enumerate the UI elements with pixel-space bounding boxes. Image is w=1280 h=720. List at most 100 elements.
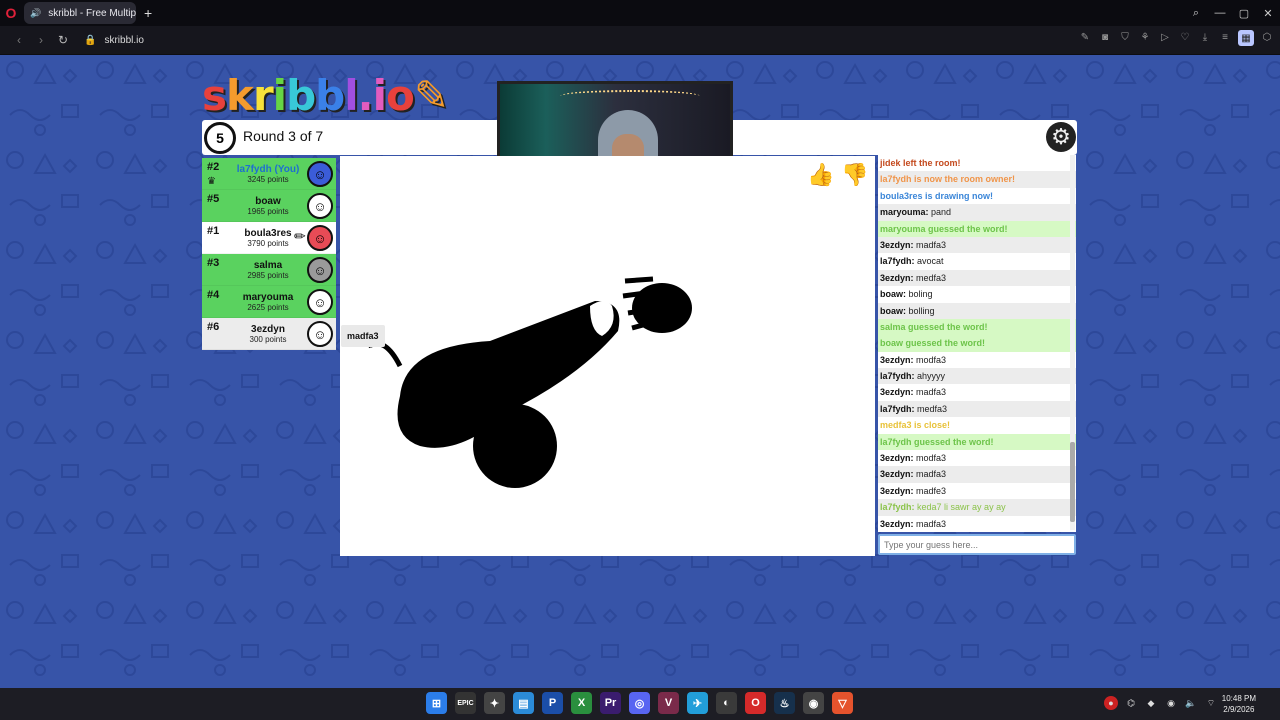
taskbar-clock[interactable]: 10:48 PM 2/9/2026 xyxy=(1222,693,1256,715)
chat-message: maryouma: pand xyxy=(878,204,1076,221)
taskbar-app-icon[interactable]: ♨ xyxy=(774,692,795,714)
wifi-icon[interactable]: ⌔ xyxy=(1204,696,1218,710)
taskbar-app-icon[interactable]: ◎ xyxy=(629,692,650,714)
close-button[interactable]: ✕ xyxy=(1256,7,1280,20)
network-icon[interactable]: ⌬ xyxy=(1124,696,1138,710)
back-button[interactable]: ‹ xyxy=(8,33,30,47)
player-list: #2 ♛ la7fydh (You) 3245 points ☺ #5 boaw 1… xyxy=(202,158,336,350)
url-field[interactable]: skribbl.io xyxy=(104,35,143,46)
player-row[interactable]: #2 ♛ la7fydh (You) 3245 points ☺ xyxy=(202,158,336,190)
round-indicator: Round 3 of 7 xyxy=(243,128,324,144)
minimize-button[interactable]: — xyxy=(1208,7,1232,19)
settings-gear-icon[interactable]: ⚙ xyxy=(1046,122,1076,152)
player-rank: #6 xyxy=(207,321,220,333)
player-row[interactable]: #3 salma 2985 points ☺ xyxy=(202,254,336,286)
taskbar-app-icon[interactable]: Pr xyxy=(600,692,621,714)
taskbar-time: 10:48 PM xyxy=(1221,694,1256,703)
camera-icon[interactable]: ◙ xyxy=(1098,30,1112,44)
drawing-ball xyxy=(473,404,557,488)
chat-text: modfa3 xyxy=(916,354,947,365)
taskbar-app-icon[interactable]: X xyxy=(571,692,592,714)
chat-text: madfa3 xyxy=(916,518,947,529)
taskbar-app-icon[interactable]: ◐ xyxy=(716,692,737,714)
play-icon[interactable]: ▷ xyxy=(1158,30,1172,44)
player-row[interactable]: #6 3ezdyn 300 points ☺ xyxy=(202,318,336,350)
player-points: 2985 points xyxy=(247,270,289,280)
chat-message: la7fydh: avocat xyxy=(878,253,1076,269)
taskbar-app-icon[interactable]: ▤ xyxy=(513,692,534,714)
maximize-button[interactable]: ▢ xyxy=(1232,7,1256,20)
player-row[interactable]: #1 boula3res 3790 points ✏ ☺ xyxy=(202,222,336,254)
taskbar-app-icon[interactable]: ⊞ xyxy=(426,692,447,714)
player-row[interactable]: #4 maryouma 2625 points ☺ xyxy=(202,286,336,318)
taskbar-app-icon[interactable]: O xyxy=(745,692,766,714)
lock-icon[interactable]: 🔒 xyxy=(84,35,96,46)
chat-message: 3ezdyn: modfa3 xyxy=(878,450,1076,466)
speaker-icon[interactable]: 🔊 xyxy=(30,8,41,19)
player-name: salma xyxy=(253,259,283,271)
chat-log[interactable]: jidek left the room! la7fydh is now the r… xyxy=(878,155,1076,532)
heart-icon[interactable]: ♡ xyxy=(1178,30,1192,44)
taskbar-app-icon[interactable]: ✦ xyxy=(484,692,505,714)
new-tab-button[interactable]: + xyxy=(144,5,152,21)
chat-message: boaw: bolling xyxy=(878,302,1076,319)
translate-icon[interactable]: ⚘ xyxy=(1138,30,1152,44)
player-rank: #4 xyxy=(207,289,220,301)
taskbar-app-icon[interactable]: V xyxy=(658,692,679,714)
drawing-canvas[interactable]: 👍 👎 xyxy=(340,156,875,556)
vote-buttons: 👍 👎 xyxy=(806,160,870,190)
taskbar-app-icon[interactable]: EPIC xyxy=(455,692,476,714)
thumbs-down-icon[interactable]: 👎 xyxy=(840,160,870,190)
taskbar-app-icon[interactable]: P xyxy=(542,692,563,714)
chat-scroll-thumb[interactable] xyxy=(1070,442,1075,522)
chat-text: madfe3 xyxy=(916,485,947,496)
steam-tray-icon[interactable]: ◉ xyxy=(1164,696,1178,710)
chat-message: 3ezdyn: modfa3 xyxy=(878,352,1076,368)
timer-value: 5 xyxy=(216,130,224,146)
skribbl-page: skribbl.io✎ 5 Round 3 of 7 ⚙ #2 ♛ la7fydh… xyxy=(0,55,1280,688)
record-icon[interactable]: ● xyxy=(1104,696,1118,710)
guess-input[interactable] xyxy=(878,534,1076,555)
chat-message: jidek left the room! xyxy=(880,158,961,168)
forward-button[interactable]: › xyxy=(30,33,52,47)
drawer-speech-bubble: madfa3 xyxy=(341,325,385,347)
menu-icon[interactable]: ≡ xyxy=(1218,30,1232,44)
chat-sender: boaw: xyxy=(880,305,906,316)
player-avatar: ☺ xyxy=(307,225,333,251)
chat-sender: 3ezdyn: xyxy=(880,469,914,480)
opera-logo-icon[interactable]: O xyxy=(0,0,22,26)
address-bar-tools: ✎ ◙ ⛉ ⚘ ▷ ♡ ⤓ ≡ ▦ ⬡ xyxy=(1078,30,1274,46)
chat-sender: 3ezdyn: xyxy=(880,239,914,250)
shield-icon[interactable]: ⛉ xyxy=(1118,30,1132,44)
chat-message: boaw: boling xyxy=(878,286,1076,302)
skribbl-logo: skribbl.io✎ xyxy=(202,71,449,120)
player-avatar: ☺ xyxy=(307,193,333,219)
chat-message: medfa3 is close! xyxy=(880,420,951,431)
search-icon[interactable]: ⌕ xyxy=(1184,7,1208,20)
chat-sender: la7fydh: xyxy=(880,502,915,513)
pencil-icon: ✏ xyxy=(294,228,306,244)
chat-scrollbar[interactable] xyxy=(1070,155,1075,530)
chat-message: la7fydh: ahyyyy xyxy=(878,368,1076,385)
speaker-tray-icon[interactable]: 🔈 xyxy=(1184,696,1198,710)
gpu-icon[interactable]: ◆ xyxy=(1144,696,1158,710)
download-icon[interactable]: ⤓ xyxy=(1198,30,1212,44)
drawing-svg xyxy=(366,276,692,488)
extension-icon[interactable]: ▦ xyxy=(1238,30,1254,46)
chat-sender: 3ezdyn: xyxy=(880,518,914,529)
edit-icon[interactable]: ✎ xyxy=(1078,30,1092,44)
taskbar-app-icon[interactable]: ✈ xyxy=(687,692,708,714)
chat-message: 3ezdyn: madfa3 xyxy=(878,466,1076,483)
windows-taskbar: ⊞ EPIC ✦ ▤ P X Pr ◎ V ✈ ◐ O ♨ ◉ ▽ ● ⌬ ◆ ◉ 🔈 ⌔ 10:48 PM… xyxy=(0,688,1280,720)
chat-message: la7fydh: keda7 li sawr ay ay ay xyxy=(878,499,1076,516)
player-info: salma 2985 points xyxy=(230,260,306,280)
thumbs-up-icon[interactable]: 👍 xyxy=(806,160,836,190)
player-row[interactable]: #5 boaw 1965 points ☺ xyxy=(202,190,336,222)
chat-messages: jidek left the room! la7fydh is now the r… xyxy=(878,155,1076,532)
taskbar-app-icon[interactable]: ◉ xyxy=(803,692,824,714)
cube-icon[interactable]: ⬡ xyxy=(1260,30,1274,44)
chat-text: avocat xyxy=(917,256,944,267)
browser-tab-skribbl[interactable]: 🔊 skribbl - Free Multiplayer xyxy=(24,2,136,24)
reload-button[interactable]: ↻ xyxy=(52,33,74,47)
taskbar-app-icon[interactable]: ▽ xyxy=(832,692,853,714)
